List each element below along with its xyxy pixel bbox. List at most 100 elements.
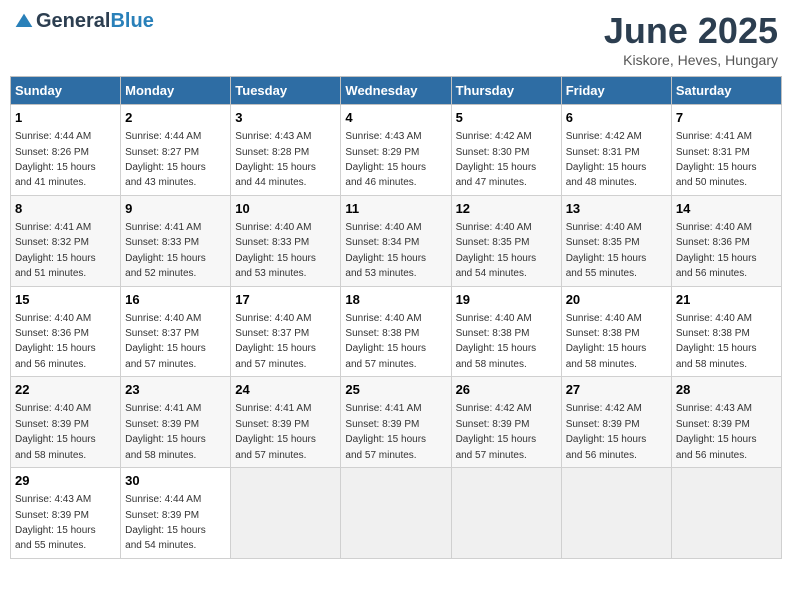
day-info: Sunrise: 4:40 AMSunset: 8:38 PMDaylight:… [345, 313, 426, 370]
day-info: Sunrise: 4:40 AMSunset: 8:38 PMDaylight:… [566, 313, 647, 370]
day-info: Sunrise: 4:40 AMSunset: 8:33 PMDaylight:… [235, 222, 316, 279]
empty-cell [561, 468, 671, 559]
calendar-week-row: 1 Sunrise: 4:44 AMSunset: 8:26 PMDayligh… [11, 105, 782, 196]
col-sunday: Sunday [11, 77, 121, 105]
table-row: 9 Sunrise: 4:41 AMSunset: 8:33 PMDayligh… [121, 195, 231, 286]
day-info: Sunrise: 4:41 AMSunset: 8:39 PMDaylight:… [235, 403, 316, 460]
table-row: 10 Sunrise: 4:40 AMSunset: 8:33 PMDaylig… [231, 195, 341, 286]
day-info: Sunrise: 4:41 AMSunset: 8:32 PMDaylight:… [15, 222, 96, 279]
table-row: 15 Sunrise: 4:40 AMSunset: 8:36 PMDaylig… [11, 286, 121, 377]
calendar-week-row: 22 Sunrise: 4:40 AMSunset: 8:39 PMDaylig… [11, 377, 782, 468]
logo-general: GeneralBlue [36, 10, 154, 33]
table-row: 18 Sunrise: 4:40 AMSunset: 8:38 PMDaylig… [341, 286, 451, 377]
table-row: 8 Sunrise: 4:41 AMSunset: 8:32 PMDayligh… [11, 195, 121, 286]
day-number: 2 [125, 109, 226, 127]
day-info: Sunrise: 4:43 AMSunset: 8:39 PMDaylight:… [676, 403, 757, 460]
day-info: Sunrise: 4:41 AMSunset: 8:31 PMDaylight:… [676, 131, 757, 188]
table-row: 25 Sunrise: 4:41 AMSunset: 8:39 PMDaylig… [341, 377, 451, 468]
col-saturday: Saturday [671, 77, 781, 105]
table-row: 30 Sunrise: 4:44 AMSunset: 8:39 PMDaylig… [121, 468, 231, 559]
calendar-week-row: 29 Sunrise: 4:43 AMSunset: 8:39 PMDaylig… [11, 468, 782, 559]
table-row: 20 Sunrise: 4:40 AMSunset: 8:38 PMDaylig… [561, 286, 671, 377]
title-block: June 2025 Kiskore, Heves, Hungary [604, 10, 778, 68]
main-title: June 2025 [604, 10, 778, 52]
table-row: 4 Sunrise: 4:43 AMSunset: 8:29 PMDayligh… [341, 105, 451, 196]
day-info: Sunrise: 4:40 AMSunset: 8:38 PMDaylight:… [456, 313, 537, 370]
day-number: 16 [125, 291, 226, 309]
day-number: 22 [15, 381, 116, 399]
day-info: Sunrise: 4:40 AMSunset: 8:36 PMDaylight:… [676, 222, 757, 279]
day-number: 3 [235, 109, 336, 127]
table-row: 19 Sunrise: 4:40 AMSunset: 8:38 PMDaylig… [451, 286, 561, 377]
weekday-header-row: Sunday Monday Tuesday Wednesday Thursday… [11, 77, 782, 105]
table-row: 24 Sunrise: 4:41 AMSunset: 8:39 PMDaylig… [231, 377, 341, 468]
day-info: Sunrise: 4:42 AMSunset: 8:31 PMDaylight:… [566, 131, 647, 188]
day-info: Sunrise: 4:40 AMSunset: 8:39 PMDaylight:… [15, 403, 96, 460]
logo-icon [14, 12, 34, 32]
day-number: 11 [345, 200, 446, 218]
calendar-week-row: 15 Sunrise: 4:40 AMSunset: 8:36 PMDaylig… [11, 286, 782, 377]
table-row: 28 Sunrise: 4:43 AMSunset: 8:39 PMDaylig… [671, 377, 781, 468]
col-friday: Friday [561, 77, 671, 105]
table-row: 11 Sunrise: 4:40 AMSunset: 8:34 PMDaylig… [341, 195, 451, 286]
table-row: 13 Sunrise: 4:40 AMSunset: 8:35 PMDaylig… [561, 195, 671, 286]
day-info: Sunrise: 4:40 AMSunset: 8:35 PMDaylight:… [456, 222, 537, 279]
day-number: 14 [676, 200, 777, 218]
day-info: Sunrise: 4:40 AMSunset: 8:35 PMDaylight:… [566, 222, 647, 279]
day-number: 30 [125, 472, 226, 490]
day-number: 23 [125, 381, 226, 399]
day-number: 25 [345, 381, 446, 399]
day-number: 13 [566, 200, 667, 218]
empty-cell [231, 468, 341, 559]
table-row: 22 Sunrise: 4:40 AMSunset: 8:39 PMDaylig… [11, 377, 121, 468]
day-info: Sunrise: 4:41 AMSunset: 8:39 PMDaylight:… [345, 403, 426, 460]
day-number: 10 [235, 200, 336, 218]
page-header: GeneralBlue June 2025 Kiskore, Heves, Hu… [10, 10, 782, 68]
col-monday: Monday [121, 77, 231, 105]
table-row: 27 Sunrise: 4:42 AMSunset: 8:39 PMDaylig… [561, 377, 671, 468]
day-info: Sunrise: 4:44 AMSunset: 8:27 PMDaylight:… [125, 131, 206, 188]
calendar-body: 1 Sunrise: 4:44 AMSunset: 8:26 PMDayligh… [11, 105, 782, 559]
table-row: 1 Sunrise: 4:44 AMSunset: 8:26 PMDayligh… [11, 105, 121, 196]
day-info: Sunrise: 4:40 AMSunset: 8:37 PMDaylight:… [235, 313, 316, 370]
day-info: Sunrise: 4:42 AMSunset: 8:39 PMDaylight:… [456, 403, 537, 460]
table-row: 26 Sunrise: 4:42 AMSunset: 8:39 PMDaylig… [451, 377, 561, 468]
table-row: 14 Sunrise: 4:40 AMSunset: 8:36 PMDaylig… [671, 195, 781, 286]
table-row: 7 Sunrise: 4:41 AMSunset: 8:31 PMDayligh… [671, 105, 781, 196]
day-info: Sunrise: 4:40 AMSunset: 8:37 PMDaylight:… [125, 313, 206, 370]
table-row: 17 Sunrise: 4:40 AMSunset: 8:37 PMDaylig… [231, 286, 341, 377]
day-info: Sunrise: 4:42 AMSunset: 8:30 PMDaylight:… [456, 131, 537, 188]
subtitle: Kiskore, Heves, Hungary [604, 52, 778, 68]
col-thursday: Thursday [451, 77, 561, 105]
day-number: 8 [15, 200, 116, 218]
day-number: 5 [456, 109, 557, 127]
day-info: Sunrise: 4:44 AMSunset: 8:39 PMDaylight:… [125, 494, 206, 551]
table-row: 12 Sunrise: 4:40 AMSunset: 8:35 PMDaylig… [451, 195, 561, 286]
day-info: Sunrise: 4:42 AMSunset: 8:39 PMDaylight:… [566, 403, 647, 460]
day-number: 12 [456, 200, 557, 218]
day-info: Sunrise: 4:43 AMSunset: 8:39 PMDaylight:… [15, 494, 96, 551]
day-number: 21 [676, 291, 777, 309]
day-number: 28 [676, 381, 777, 399]
day-info: Sunrise: 4:40 AMSunset: 8:36 PMDaylight:… [15, 313, 96, 370]
day-number: 29 [15, 472, 116, 490]
day-number: 6 [566, 109, 667, 127]
day-number: 27 [566, 381, 667, 399]
day-number: 17 [235, 291, 336, 309]
day-info: Sunrise: 4:40 AMSunset: 8:34 PMDaylight:… [345, 222, 426, 279]
day-number: 26 [456, 381, 557, 399]
calendar-header: Sunday Monday Tuesday Wednesday Thursday… [11, 77, 782, 105]
empty-cell [341, 468, 451, 559]
empty-cell [671, 468, 781, 559]
day-number: 1 [15, 109, 116, 127]
table-row: 5 Sunrise: 4:42 AMSunset: 8:30 PMDayligh… [451, 105, 561, 196]
col-tuesday: Tuesday [231, 77, 341, 105]
table-row: 6 Sunrise: 4:42 AMSunset: 8:31 PMDayligh… [561, 105, 671, 196]
calendar-table: Sunday Monday Tuesday Wednesday Thursday… [10, 76, 782, 559]
day-info: Sunrise: 4:41 AMSunset: 8:39 PMDaylight:… [125, 403, 206, 460]
table-row: 23 Sunrise: 4:41 AMSunset: 8:39 PMDaylig… [121, 377, 231, 468]
calendar-week-row: 8 Sunrise: 4:41 AMSunset: 8:32 PMDayligh… [11, 195, 782, 286]
table-row: 21 Sunrise: 4:40 AMSunset: 8:38 PMDaylig… [671, 286, 781, 377]
logo: GeneralBlue [14, 10, 154, 33]
day-number: 9 [125, 200, 226, 218]
